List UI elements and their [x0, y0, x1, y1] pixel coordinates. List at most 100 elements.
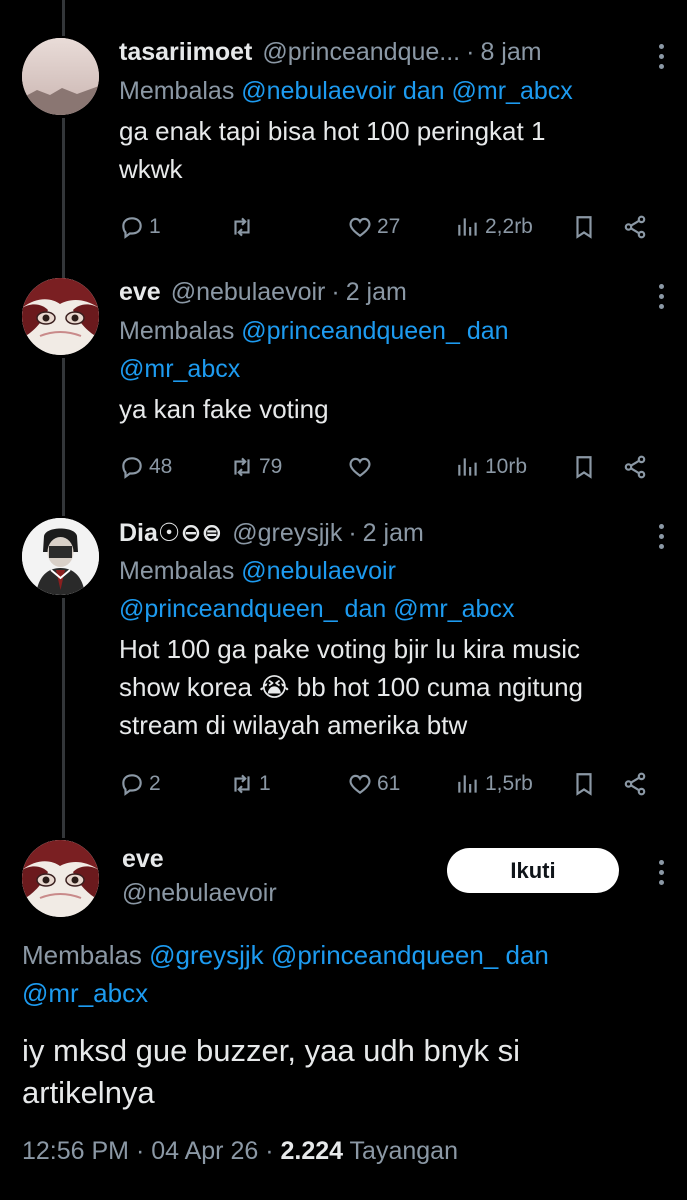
avatar[interactable] [22, 518, 99, 595]
separator: · [129, 1137, 152, 1165]
reply-icon [122, 217, 142, 239]
more-options-icon[interactable] [657, 524, 665, 554]
share-icon [624, 772, 646, 796]
bookmark-button[interactable] [571, 212, 597, 242]
replying-label: Membalas [119, 77, 242, 105]
replying-label: Membalas [119, 317, 242, 345]
timestamp[interactable]: 2 jam [346, 278, 407, 307]
mention-link[interactable]: @princeandqueen_ [241, 317, 460, 345]
separator: · [348, 519, 357, 547]
user-handle[interactable]: @princeandque... [262, 38, 460, 67]
separator: · [466, 38, 475, 66]
reply-button[interactable]: 2 [119, 769, 161, 799]
like-button[interactable]: 61 [347, 769, 400, 799]
reply-button[interactable]: 48 [119, 452, 172, 482]
share-button[interactable] [622, 212, 648, 242]
avatar[interactable] [22, 840, 99, 917]
mention-link[interactable]: @princeandqueen_ [271, 940, 498, 970]
post-time[interactable]: 12:56 PM [22, 1137, 129, 1165]
reply-button[interactable]: 1 [119, 212, 161, 242]
tweet-text-line: Hot 100 ga pake voting bjir lu kira musi… [119, 634, 581, 664]
tweet-text: Hot 100 ga pake voting bjir lu kira musi… [119, 630, 667, 744]
reply-count: 2 [149, 772, 161, 795]
repost-button[interactable]: 1 [229, 769, 271, 799]
views-button[interactable]: 1,5rb [455, 769, 533, 799]
tweet-header: Dia☉⊖⊜ @greysjjk · 2 jam [119, 518, 667, 552]
avatar-image [22, 840, 99, 917]
tweet-text-line: artikelnya [22, 1075, 155, 1110]
views-button[interactable]: 10rb [455, 452, 527, 482]
heart-icon [349, 457, 371, 477]
mention-link[interactable]: @mr_abcx [452, 77, 573, 105]
views-icon [458, 218, 477, 236]
like-button[interactable]: 27 [347, 212, 400, 242]
display-name[interactable]: tasariimoet [119, 38, 252, 67]
views-count: 1,5rb [485, 772, 533, 795]
mention-link[interactable]: @greysjjk [149, 940, 264, 970]
reply-count: 48 [149, 455, 173, 478]
user-handle[interactable]: @greysjjk [232, 519, 342, 548]
avatar[interactable] [22, 38, 99, 115]
display-name[interactable]: eve [122, 844, 277, 874]
tweet-text-line: iy mksd gue buzzer, yaa udh bnyk si [22, 1033, 520, 1068]
avatar[interactable] [22, 278, 99, 355]
post-date[interactable]: 04 Apr 26 [151, 1137, 258, 1165]
timestamp[interactable]: 8 jam [480, 38, 541, 67]
tweet-text-line: ya kan fake voting [119, 394, 329, 424]
display-name[interactable]: Dia☉⊖⊜ [119, 518, 222, 548]
follow-button[interactable]: Ikuti [447, 848, 619, 893]
replying-label: Membalas [119, 557, 242, 585]
share-button[interactable] [622, 769, 648, 799]
replying-label: Membalas [22, 940, 150, 970]
tweet-header: tasariimoet @princeandque... · 8 jam [119, 38, 667, 72]
mention-joiner: dan [498, 940, 549, 970]
reply-icon [122, 457, 142, 479]
views-icon [458, 458, 477, 476]
bookmark-icon [576, 216, 592, 239]
more-options-icon[interactable] [657, 284, 665, 314]
repost-button[interactable]: 79 [229, 452, 282, 482]
more-options-icon[interactable] [657, 860, 665, 890]
bookmark-button[interactable] [571, 769, 597, 799]
views-label: Tayangan [349, 1137, 458, 1165]
repost-icon [234, 457, 250, 477]
mention-link[interactable]: @mr_abcx [22, 978, 148, 1008]
share-button[interactable] [622, 452, 648, 482]
replying-to: Membalas @greysjjk @princeandqueen_ dan … [22, 936, 662, 1012]
tweet-3[interactable]: Dia☉⊖⊜ @greysjjk · 2 jam Membalas @nebul… [0, 510, 687, 830]
replying-to: Membalas @nebulaevoir dan @mr_abcx [119, 72, 667, 110]
tweet-1[interactable]: tasariimoet @princeandque... · 8 jam Mem… [0, 0, 687, 270]
display-name[interactable]: eve [119, 278, 161, 307]
mention-joiner: dan [337, 595, 394, 623]
reply-icon [122, 774, 142, 796]
avatar-image [22, 38, 99, 115]
views-button[interactable]: 2,2rb [455, 212, 533, 242]
repost-count: 79 [259, 455, 283, 478]
avatar-image [22, 278, 99, 355]
user-handle[interactable]: @nebulaevoir [171, 278, 326, 307]
repost-button[interactable] [229, 212, 259, 242]
action-bar: 2 1 61 1,5rb [119, 769, 654, 799]
mention-link[interactable]: @nebulaevoir [241, 557, 396, 585]
mention-link[interactable]: @nebulaevoir [241, 77, 396, 105]
like-button[interactable] [347, 452, 377, 482]
tweet-2[interactable]: eve @nebulaevoir · 2 jam Membalas @princ… [0, 270, 687, 510]
views-icon [458, 775, 477, 793]
bookmark-button[interactable] [571, 452, 597, 482]
views-count: 2,2rb [485, 215, 533, 238]
mention-link[interactable]: @princeandqueen_ [119, 595, 338, 623]
mention-link[interactable]: @mr_abcx [393, 595, 514, 623]
share-icon [624, 215, 646, 239]
author-block: eve @nebulaevoir [122, 844, 277, 910]
mention-link[interactable]: @mr_abcx [119, 355, 240, 383]
user-handle[interactable]: @nebulaevoir [122, 876, 277, 910]
action-bar: 48 79 10rb [119, 452, 654, 482]
action-bar: 1 27 2,2rb [119, 212, 654, 242]
avatar-image [22, 518, 99, 595]
more-options-icon[interactable] [657, 44, 665, 74]
views-count: 10rb [485, 455, 528, 478]
reply-count: 1 [149, 215, 161, 238]
heart-icon [349, 217, 371, 237]
mention-joiner: dan [459, 317, 509, 345]
timestamp[interactable]: 2 jam [363, 519, 424, 548]
